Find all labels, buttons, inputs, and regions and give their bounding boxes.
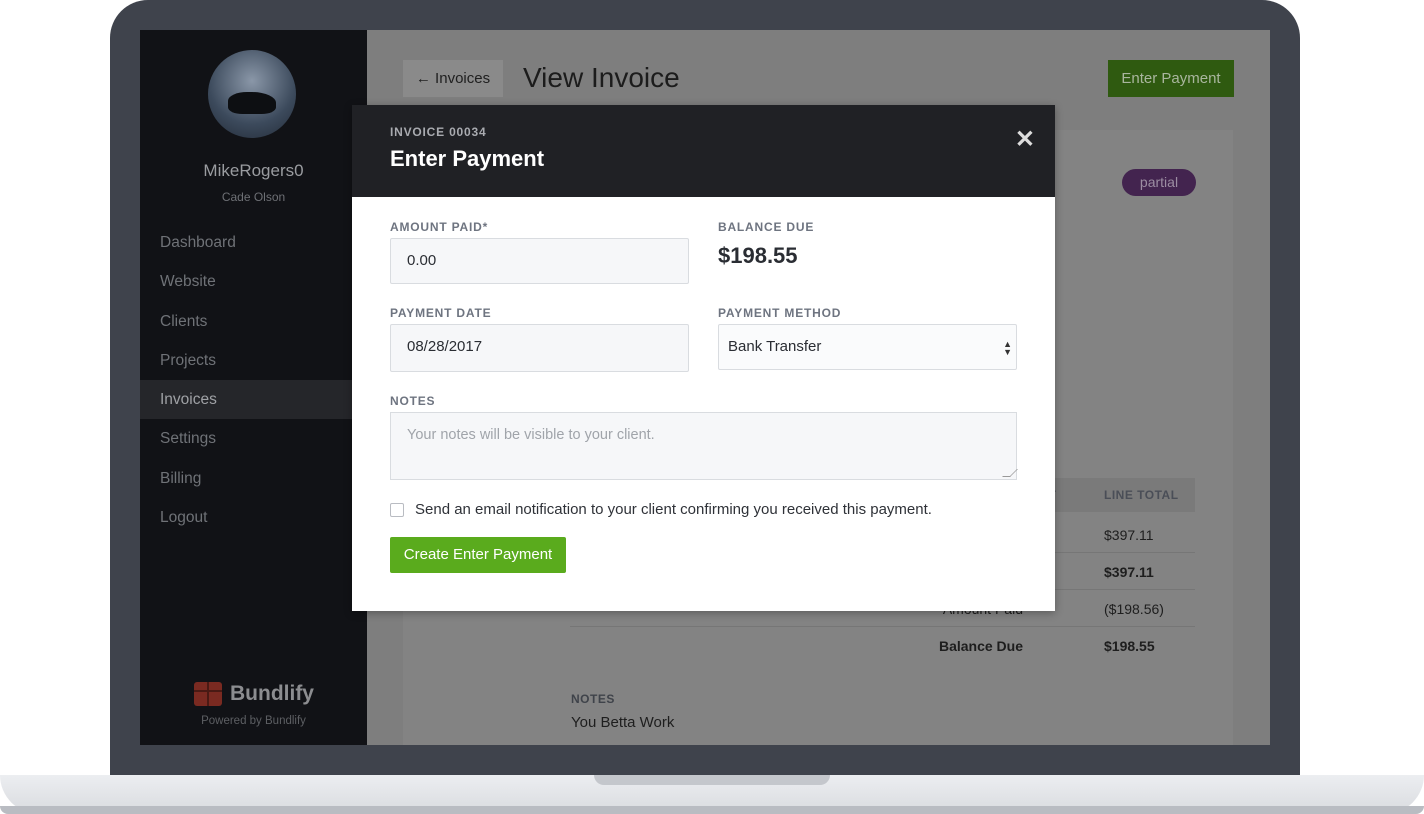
payment-method-select[interactable]: Bank Transfer ▲ ▼: [718, 324, 1017, 370]
payment-method-value: Bank Transfer: [728, 338, 822, 355]
email-notification-label[interactable]: Send an email notification to your clien…: [415, 501, 932, 518]
brand-name: Bundlify: [230, 682, 314, 705]
modal-header: INVOICE 00034 Enter Payment ✕: [352, 105, 1055, 197]
create-payment-button[interactable]: Create Enter Payment: [390, 537, 566, 573]
sidebar-item-website[interactable]: Website: [140, 262, 367, 301]
notes-label: NOTES: [571, 692, 615, 706]
email-notification-checkbox[interactable]: [390, 503, 404, 517]
laptop-notch: [594, 775, 830, 785]
amount-paid-input[interactable]: 0.00: [390, 238, 689, 284]
sidebar-nav: Dashboard Website Clients Projects Invoi…: [140, 223, 367, 537]
sidebar-item-clients[interactable]: Clients: [140, 302, 367, 341]
modal-title: Enter Payment: [390, 146, 545, 171]
enter-payment-modal: INVOICE 00034 Enter Payment ✕ AMOUNT PAI…: [352, 105, 1055, 611]
select-arrows-icon: ▲ ▼: [1003, 339, 1012, 357]
balance-due-row: Balance Due $198.55: [938, 638, 1155, 654]
brand-logo: Bundlify: [194, 682, 314, 706]
back-to-invoices-button[interactable]: ← Invoices: [403, 60, 503, 97]
notes-label: NOTES: [390, 394, 436, 408]
screen: MikeRogers0 Cade Olson Dashboard Website…: [140, 30, 1270, 745]
column-header-line-total: LINE TOTAL: [1104, 488, 1179, 502]
notes-textarea[interactable]: Your notes will be visible to your clien…: [390, 412, 1017, 480]
notes-text: You Betta Work: [571, 714, 675, 731]
modal-subtitle: INVOICE 00034: [390, 125, 487, 139]
username: MikeRogers0: [203, 161, 304, 180]
payment-date-label: PAYMENT DATE: [390, 306, 492, 320]
user-subname: Cade Olson: [221, 190, 286, 204]
cube-logo-icon: [194, 682, 222, 706]
payment-date-input[interactable]: 08/28/2017: [390, 324, 689, 372]
sidebar-item-billing[interactable]: Billing: [140, 459, 367, 498]
sidebar-item-dashboard[interactable]: Dashboard: [140, 223, 367, 262]
amount-paid-label: AMOUNT PAID*: [390, 220, 489, 234]
enter-payment-button[interactable]: Enter Payment: [1108, 60, 1234, 97]
sidebar-item-projects[interactable]: Projects: [140, 341, 367, 380]
sidebar-item-invoices[interactable]: Invoices: [140, 380, 367, 420]
balance-due-label: BALANCE DUE: [718, 220, 815, 234]
close-icon[interactable]: ✕: [1015, 125, 1035, 154]
sidebar-item-logout[interactable]: Logout: [140, 498, 367, 537]
sidebar-item-settings[interactable]: Settings: [140, 419, 367, 458]
powered-by: Powered by Bundlify: [201, 715, 306, 727]
avatar: [208, 50, 296, 138]
status-badge: partial: [1122, 169, 1196, 196]
balance-due-value: $198.55: [718, 243, 798, 268]
laptop-base: [0, 775, 1424, 814]
payment-method-label: PAYMENT METHOD: [718, 306, 842, 320]
page-title: View Invoice: [523, 62, 680, 93]
sidebar: MikeRogers0 Cade Olson Dashboard Website…: [140, 30, 367, 745]
